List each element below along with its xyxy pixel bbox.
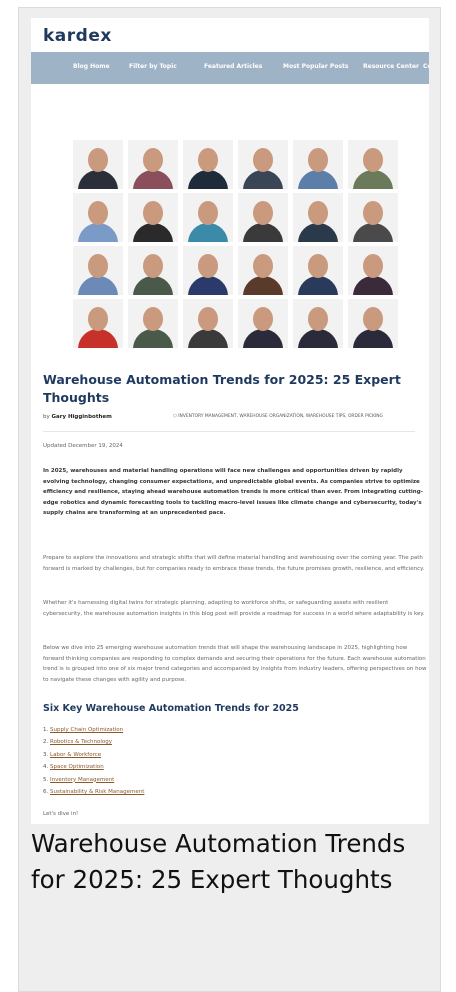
paragraph-1: Prepare to explore the innovations and s… bbox=[43, 555, 425, 572]
nav-resource-center[interactable]: Resource Center bbox=[363, 63, 419, 70]
expert-photo-grid bbox=[73, 140, 398, 350]
page-thumbnail[interactable]: kardex Blog Home Filter by Topic Feature… bbox=[31, 18, 429, 824]
expert-photo bbox=[128, 246, 178, 295]
tags-line: ⬡ INVENTORY MANAGEMENT, WAREHOUSE ORGANI… bbox=[173, 414, 383, 419]
expert-photo bbox=[293, 299, 343, 348]
list-item: 2. Robotics & Technology bbox=[43, 739, 112, 746]
kardex-logo[interactable]: kardex bbox=[43, 26, 112, 46]
list-item: 5. Inventory Management bbox=[43, 776, 115, 783]
expert-photo bbox=[73, 246, 123, 295]
result-caption[interactable]: Warehouse Automation Trends for 2025: 25… bbox=[31, 826, 431, 898]
expert-photo bbox=[293, 246, 343, 295]
trend-link[interactable]: Supply Chain Optimization bbox=[50, 727, 123, 733]
tag-icon: ⬡ bbox=[173, 414, 177, 419]
byline: by Gary Higginbothem bbox=[43, 414, 112, 420]
divider bbox=[43, 431, 415, 432]
byline-by: by bbox=[43, 414, 50, 420]
expert-photo bbox=[348, 140, 398, 189]
expert-photo bbox=[238, 193, 288, 242]
paragraph-3: Below we dive into 25 emerging warehouse… bbox=[43, 645, 427, 683]
trend-link[interactable]: Sustainability & Risk Management bbox=[50, 789, 144, 795]
expert-photo bbox=[293, 140, 343, 189]
expert-photo bbox=[128, 140, 178, 189]
list-item: 3. Labor & Workforce bbox=[43, 751, 102, 758]
nav-most-popular[interactable]: Most Popular Posts bbox=[283, 63, 348, 70]
expert-photo bbox=[348, 193, 398, 242]
nav-filter-by-topic[interactable]: Filter by Topic bbox=[129, 63, 177, 70]
intro-paragraph: In 2025, warehouses and material handlin… bbox=[43, 468, 423, 516]
expert-photo bbox=[73, 140, 123, 189]
closing-line: Let's dive in! bbox=[43, 811, 79, 817]
trend-list: 1. Supply Chain Optimization 2. Robotics… bbox=[43, 724, 144, 798]
expert-photo bbox=[293, 193, 343, 242]
result-card[interactable]: kardex Blog Home Filter by Topic Feature… bbox=[18, 7, 441, 992]
expert-photo bbox=[73, 299, 123, 348]
updated-date: Updated December 19, 2024 bbox=[43, 443, 123, 449]
trend-link[interactable]: Space Optimization bbox=[50, 764, 104, 770]
tags[interactable]: INVENTORY MANAGEMENT, WAREHOUSE ORGANIZA… bbox=[178, 414, 383, 419]
nav-blog-home[interactable]: Blog Home bbox=[73, 63, 110, 70]
expert-photo bbox=[238, 299, 288, 348]
trend-link[interactable]: Inventory Management bbox=[50, 777, 114, 783]
article-title: Warehouse Automation Trends for 2025: 25… bbox=[43, 372, 401, 405]
nav-bar: Blog Home Filter by Topic Featured Artic… bbox=[31, 52, 429, 84]
expert-photo bbox=[183, 246, 233, 295]
expert-photo bbox=[183, 193, 233, 242]
nav-more[interactable]: Co bbox=[423, 63, 429, 70]
expert-photo bbox=[348, 299, 398, 348]
trend-link[interactable]: Labor & Workforce bbox=[50, 752, 101, 758]
list-item: 6. Sustainability & Risk Management bbox=[43, 789, 145, 796]
author-name[interactable]: Gary Higginbothem bbox=[52, 414, 112, 420]
expert-photo bbox=[238, 140, 288, 189]
paragraph-2: Whether it's harnessing digital twins fo… bbox=[43, 600, 425, 617]
list-item: 4. Space Optimization bbox=[43, 764, 104, 771]
section-heading: Six Key Warehouse Automation Trends for … bbox=[43, 703, 299, 714]
expert-photo bbox=[348, 246, 398, 295]
expert-photo bbox=[238, 246, 288, 295]
expert-photo bbox=[128, 299, 178, 348]
expert-photo bbox=[73, 193, 123, 242]
expert-photo bbox=[183, 140, 233, 189]
list-item: 1. Supply Chain Optimization bbox=[43, 727, 124, 733]
expert-photo bbox=[128, 193, 178, 242]
expert-photo bbox=[183, 299, 233, 348]
trend-link[interactable]: Robotics & Technology bbox=[50, 739, 112, 745]
nav-featured-articles[interactable]: Featured Articles bbox=[204, 63, 262, 70]
